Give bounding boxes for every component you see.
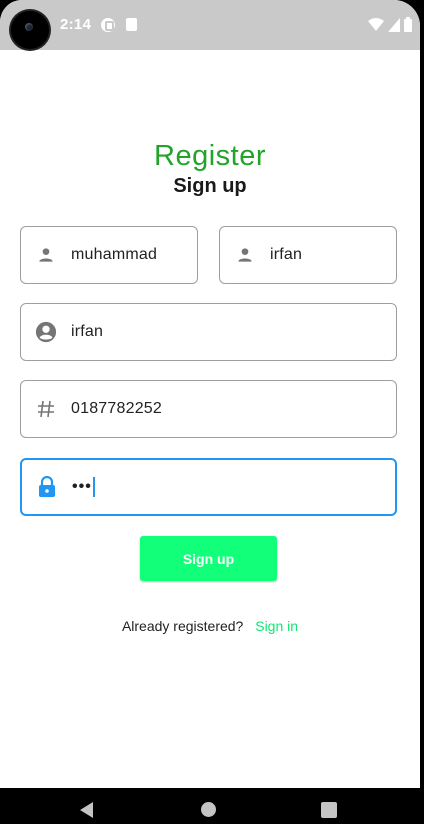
status-right-icons [368, 17, 412, 32]
status-bar: 2:14 [0, 0, 420, 50]
first-name-value: muhammad [71, 246, 158, 263]
battery-icon [404, 17, 412, 32]
person-icon [220, 245, 270, 265]
back-icon[interactable] [80, 802, 93, 818]
app-screen: 2:14 Register Sign up muhammad irfan irf… [0, 0, 420, 788]
sign-up-button[interactable]: Sign up [140, 536, 277, 581]
password-value: ••• [72, 477, 95, 497]
wifi-icon [368, 17, 384, 31]
recent-apps-icon[interactable] [321, 802, 337, 818]
already-registered-row: Already registered? Sign in [0, 618, 420, 634]
phone-value: 0187782252 [71, 400, 162, 417]
page-subtitle: Sign up [173, 175, 247, 197]
sd-card-icon [126, 18, 137, 31]
already-registered-text: Already registered? [121, 618, 244, 634]
username-value: irfan [71, 323, 104, 340]
password-masked: ••• [72, 478, 92, 496]
account-circle-icon [21, 321, 71, 343]
hash-icon [21, 399, 71, 419]
last-name-value: irfan [270, 246, 303, 263]
front-camera [11, 11, 49, 49]
home-icon[interactable] [201, 802, 216, 817]
navigation-bar [0, 788, 424, 824]
text-cursor [92, 477, 95, 497]
username-field[interactable]: irfan [20, 303, 397, 361]
page-title: Register [154, 140, 266, 172]
status-time: 2:14 [60, 16, 92, 33]
sign-in-link[interactable]: Sign in [255, 618, 298, 634]
signal-icon [388, 17, 400, 32]
password-field[interactable]: ••• [20, 458, 397, 516]
phone-field[interactable]: 0187782252 [20, 380, 397, 438]
device-frame: 2:14 Register Sign up muhammad irfan irf… [0, 0, 424, 824]
last-name-field[interactable]: irfan [219, 226, 397, 284]
person-icon [21, 245, 71, 265]
lock-icon [22, 476, 72, 498]
first-name-field[interactable]: muhammad [20, 226, 198, 284]
notification-icon [101, 18, 115, 32]
